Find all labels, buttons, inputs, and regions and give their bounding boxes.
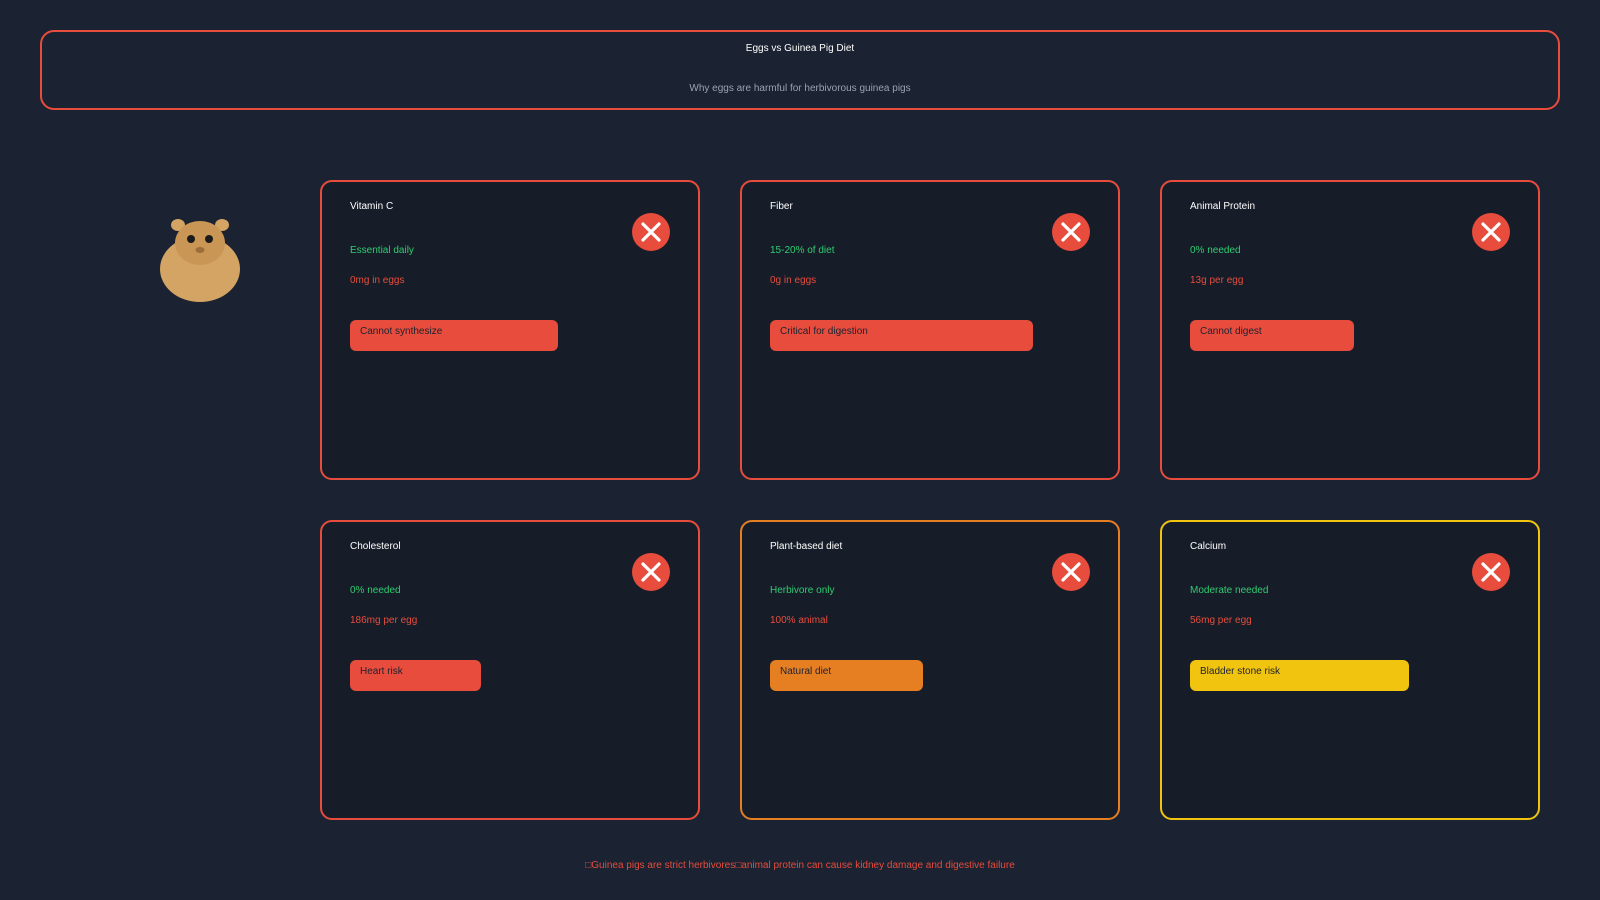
card-badge: Heart risk [350, 660, 481, 691]
card-title: Calcium [1190, 541, 1227, 552]
page-title: Eggs vs Guinea Pig Diet [745, 43, 855, 54]
x-circle-icon [1472, 553, 1510, 591]
card-egg-content: 0mg in eggs [350, 275, 405, 286]
card-egg-content: 100% animal [770, 615, 828, 626]
card-title: Plant-based diet [770, 541, 843, 552]
card-badge: Natural diet [770, 660, 923, 691]
card-requirement: Essential daily [350, 245, 414, 256]
card-requirement: 0% needed [350, 585, 401, 596]
card-title: Animal Protein [1190, 201, 1256, 212]
card-requirement: Moderate needed [1190, 585, 1269, 596]
guinea-pig-nose [195, 247, 205, 253]
guinea-pig-left-eye [187, 235, 195, 243]
card-badge: Bladder stone risk [1190, 660, 1409, 691]
header-box: Eggs vs Guinea Pig Diet Why eggs are har… [40, 30, 1560, 110]
x-circle-icon [1052, 213, 1090, 251]
card-badge: Cannot synthesize [350, 320, 558, 351]
card-badge: Cannot digest [1190, 320, 1354, 351]
x-circle-icon [1472, 213, 1510, 251]
nutrient-card: Fiber 15-20% of diet 0g in eggs Critical fo… [740, 180, 1120, 480]
footer-warning: □Guinea pigs are strict herbivores□anima… [585, 860, 1015, 871]
guinea-pig-right-eye [205, 235, 213, 243]
card-egg-content: 0g in eggs [770, 275, 817, 286]
page-subtitle: Why eggs are harmful for herbivorous gui… [689, 83, 911, 94]
infographic-page: Eggs vs Guinea Pig Diet Why eggs are har… [0, 0, 1600, 900]
card-egg-content: 186mg per egg [350, 615, 418, 626]
guinea-pig-head [175, 221, 225, 265]
card-title: Vitamin C [350, 201, 394, 212]
nutrient-card: Plant-based diet Herbivore only 100% anima… [740, 520, 1120, 820]
x-circle-icon [1052, 553, 1090, 591]
card-badge: Critical for digestion [770, 320, 1033, 351]
x-circle-icon [632, 553, 670, 591]
nutrient-card: Calcium Moderate needed 56mg per egg Bladde… [1160, 520, 1540, 820]
x-circle-icon [632, 213, 670, 251]
card-requirement: Herbivore only [770, 585, 835, 596]
card-egg-content: 13g per egg [1190, 275, 1244, 286]
card-title: Cholesterol [350, 541, 401, 552]
card-egg-content: 56mg per egg [1190, 615, 1252, 626]
card-requirement: 15-20% of diet [770, 245, 835, 256]
card-requirement: 0% needed [1190, 245, 1241, 256]
nutrient-card: Cholesterol 0% needed 186mg per egg Heart r… [320, 520, 700, 820]
nutrient-card: Animal Protein 0% needed 13g per egg Cannot… [1160, 180, 1540, 480]
guinea-pig-icon [160, 219, 240, 302]
card-title: Fiber [770, 201, 793, 212]
nutrient-card: Vitamin C Essential daily 0mg in eggs Canno… [320, 180, 700, 480]
